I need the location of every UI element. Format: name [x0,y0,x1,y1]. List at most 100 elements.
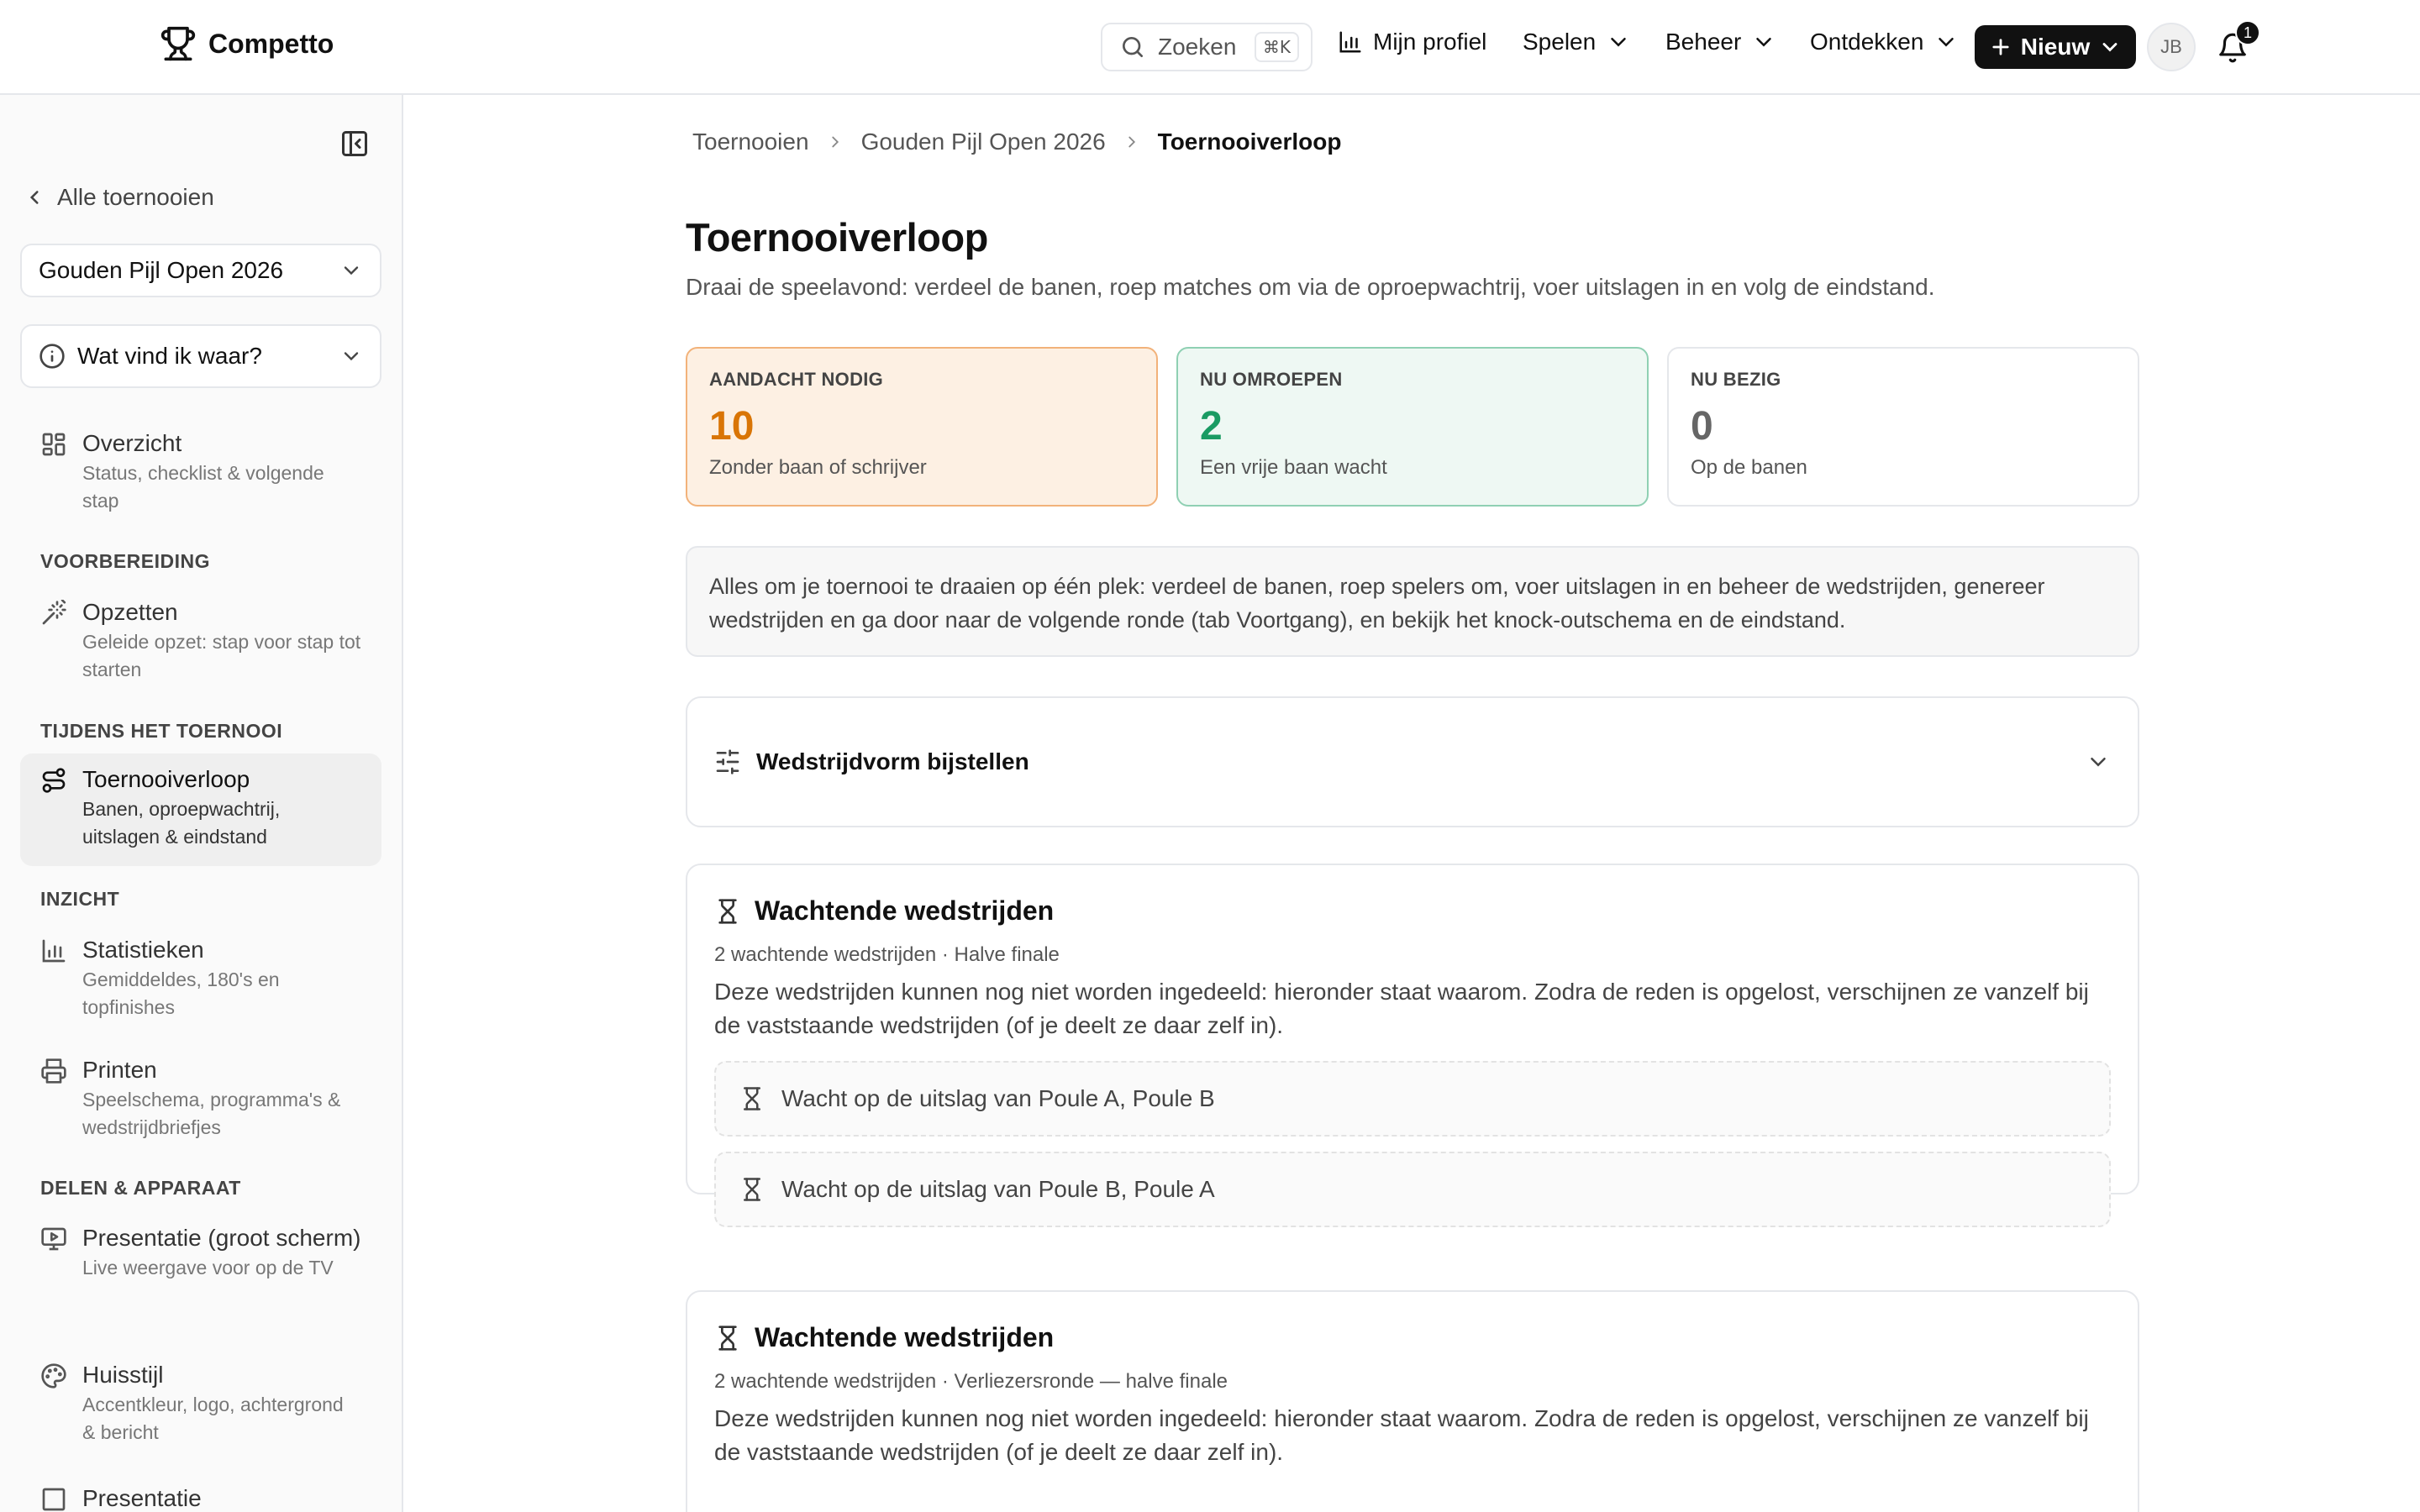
search-label: Zoeken [1158,34,1237,60]
trophy-icon [160,26,196,61]
sidebar-item-desc: Geleide opzet: stap voor stap tot starte… [82,631,361,680]
sliders-icon [716,749,739,774]
collapse-sidebar-icon[interactable] [339,129,370,159]
plus-icon [1992,39,2009,55]
search-icon [1123,37,1143,57]
sidebar-item-title: Toernooiverloop [82,766,250,792]
chevron-down-icon [1756,38,1772,47]
chevron-right-icon [831,136,839,148]
layout-grid-icon [42,433,66,456]
stat-value: 10 [709,404,755,449]
tournament-select-value: Gouden Pijl Open 2026 [39,257,284,283]
stat-card-call-now[interactable]: NU OMROEPEN 2 Een vrije baan wacht [1176,347,1649,507]
sidebar-item-overview[interactable]: Overzicht Status, checklist & volgende s… [20,417,381,525]
monitor-play-icon [41,1227,66,1251]
nav-discover-menu[interactable]: Ontdekken [1810,29,1959,55]
sidebar-item-title: Statistieken [82,937,204,963]
tournament-select[interactable]: Gouden Pijl Open 2026 [20,244,381,297]
match-format-panel[interactable]: Wedstrijdvorm bijstellen [686,696,2139,827]
hourglass-icon [744,1087,760,1110]
chevron-down-icon [344,266,359,276]
back-link-label: Alle toernooien [57,184,214,210]
stat-card-busy[interactable]: NU BEZIG 0 Op de banen [1667,347,2139,507]
nav-play-label: Spelen [1523,29,1597,55]
nav-my-profile-label: Mijn profiel [1373,29,1487,55]
chevron-down-icon [344,352,359,361]
info-icon [39,344,65,369]
sidebar-section-prep: VOORBEREIDING [40,550,211,572]
chevron-down-icon [2091,758,2106,767]
breadcrumb-tournament[interactable]: Gouden Pijl Open 2026 [861,129,1106,155]
waiting-match-row[interactable]: Wacht op de uitslag van Poule A, Poule B [714,1061,2111,1137]
waiting-matches-card: Wachtende wedstrijden 2 wachtende wedstr… [686,864,2139,1227]
sidebar-item-title: Presentatie [82,1485,202,1511]
sidebar-item-setup[interactable]: Opzetten Geleide opzet: stap voor stap t… [20,586,381,694]
page-title: Toernooiverloop [686,215,988,260]
sidebar: Alle toernooien Gouden Pijl Open 2026 Wa… [0,95,403,1512]
bar-chart-icon [42,939,66,963]
card-meta: 2 wachtende wedstrijden · Halve finale [714,943,1060,966]
info-box: Alles om je toernooi te draaien op één p… [686,546,2139,657]
route-icon [42,768,66,793]
sidebar-item-desc: Accentkleur, logo, achtergrond & bericht [82,1394,344,1443]
waiting-match-row[interactable]: Wacht op de uitslag van Poule B, Poule A [714,1152,2111,1227]
stat-desc: Zonder baan of schrijver [709,456,927,479]
sidebar-item-desc: Live weergave voor op de TV [82,1257,334,1278]
sidebar-item-desc: Gemiddeldes, 180's en topfinishes [82,969,280,1018]
help-select[interactable]: Wat vind ik waar? [20,324,381,388]
match-format-title: Wedstrijdvorm bijstellen [756,748,1029,774]
breadcrumb: Toernooien Gouden Pijl Open 2026 Toernoo… [692,129,1342,155]
stat-desc: Op de banen [1691,456,1807,479]
brand-name: Competto [208,28,334,59]
back-to-all-tournaments[interactable]: Alle toernooien [24,184,214,211]
sidebar-item-statistics[interactable]: Statistieken Gemiddeldes, 180's en topfi… [20,924,381,1032]
breadcrumb-current: Toernooiverloop [1157,129,1342,155]
new-button[interactable]: Nieuw [1975,25,2136,69]
chevron-down-icon [1611,38,1626,47]
waiting-reason: Wacht op de uitslag van Poule A, Poule B [781,1085,1215,1111]
palette-icon [41,1363,66,1389]
breadcrumb-tournaments[interactable]: Toernooien [692,129,809,155]
stat-desc: Een vrije baan wacht [1200,456,1387,479]
user-avatar[interactable]: JB [2147,23,2196,71]
sidebar-item-title: Printen [82,1057,157,1083]
notifications-button[interactable]: 1 [2215,20,2260,67]
help-select-label: Wat vind ik waar? [77,343,262,369]
stat-label: NU OMROEPEN [1200,369,1343,390]
stat-value: 2 [1200,404,1223,449]
bar-chart-icon [1339,31,1361,53]
hourglass-icon [718,898,737,924]
chevron-right-icon [1128,136,1135,148]
chevron-down-icon [2102,43,2118,52]
sidebar-section-share: DELEN & APPARAAT [40,1177,241,1199]
waiting-matches-card: Wachtende wedstrijden 2 wachtende wedstr… [686,1290,2139,1512]
sidebar-item-print[interactable]: Printen Speelschema, programma's & wedst… [20,1044,381,1152]
card-meta: 2 wachtende wedstrijden · Verliezersrond… [714,1370,1228,1393]
stat-value: 0 [1691,404,1713,449]
stat-card-attention[interactable]: AANDACHT NODIG 10 Zonder baan of schrijv… [686,347,1158,507]
nav-manage-menu[interactable]: Beheer [1665,29,1776,55]
sidebar-item-presentation-big-screen[interactable]: Presentatie (groot scherm) Live weergave… [20,1212,381,1292]
search-button[interactable]: Zoeken ⌘K [1101,23,1313,71]
notification-badge: 1 [2235,20,2260,45]
sidebar-item-desc: Speelschema, programma's & wedstrijdbrie… [82,1089,341,1138]
sidebar-item-desc: Status, checklist & volgende stap [82,462,324,512]
sidebar-item-desc: Banen, oproepwachtrij, uitslagen & einds… [82,798,281,848]
sidebar-item-branding[interactable]: Huisstijl Accentkleur, logo, achtergrond… [20,1349,381,1457]
top-bar: Competto Zoeken ⌘K Mijn profiel Spelen B… [0,0,2420,95]
sidebar-item-title: Overzicht [82,430,182,456]
magic-wand-icon [42,600,66,625]
search-shortcut: ⌘K [1254,32,1299,62]
sidebar-item-presentation[interactable]: Presentatie [20,1473,381,1512]
nav-discover-label: Ontdekken [1810,29,1924,55]
chevron-down-icon [1939,38,1954,47]
nav-play-menu[interactable]: Spelen [1523,29,1631,55]
sidebar-section-insight: INZICHT [40,888,120,910]
waiting-reason: Wacht op de uitslag van Poule B, Poule A [781,1176,1215,1202]
brand-logo[interactable]: Competto [160,25,334,62]
sidebar-item-tournament-flow[interactable]: Toernooiverloop Banen, oproepwachtrij, u… [20,753,381,866]
chevron-left-icon [29,191,39,204]
nav-my-profile[interactable]: Mijn profiel [1338,29,1486,55]
nav-manage-label: Beheer [1665,29,1742,55]
stat-label: NU BEZIG [1691,369,1781,390]
